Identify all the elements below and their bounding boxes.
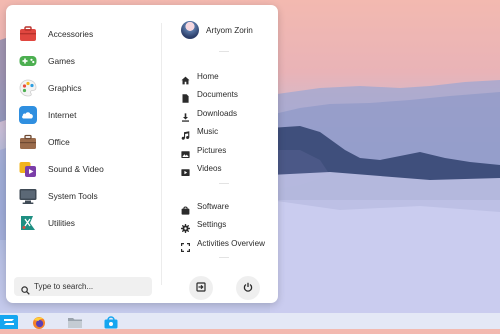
- games-icon: [18, 51, 38, 71]
- category-graphics[interactable]: Graphics: [18, 74, 158, 101]
- place-label: Downloads: [197, 108, 238, 118]
- category-accessories[interactable]: Accessories: [18, 20, 158, 47]
- home-icon: [181, 72, 190, 85]
- office-icon: [18, 132, 38, 152]
- place-pictures[interactable]: Pictures: [181, 141, 238, 160]
- category-label: Graphics: [48, 82, 82, 93]
- category-list: Accessories Games Graphics Internet Offi…: [18, 20, 158, 236]
- places-list: Home Documents Downloads Music Pictures: [181, 67, 238, 178]
- taskbar: [0, 313, 500, 329]
- firefox-icon[interactable]: [31, 315, 47, 329]
- category-system-tools[interactable]: System Tools: [18, 182, 158, 209]
- activities-overview-icon: [181, 239, 190, 252]
- system-tools-icon: [18, 186, 38, 206]
- system-label: Software: [197, 201, 229, 211]
- search-input[interactable]: [34, 282, 144, 291]
- search-icon: [21, 282, 30, 295]
- power-button[interactable]: [236, 276, 260, 300]
- avatar: [181, 21, 199, 39]
- place-label: Music: [197, 127, 219, 137]
- category-label: Accessories: [48, 28, 94, 39]
- separator: [219, 183, 229, 184]
- sound-video-icon: [18, 159, 38, 179]
- graphics-icon: [18, 78, 38, 98]
- accessories-icon: [18, 24, 38, 44]
- system-label: Activities Overview: [197, 238, 265, 248]
- logout-button[interactable]: [189, 276, 213, 300]
- system-list: Software Settings Activities Overview: [181, 197, 265, 253]
- separator: [219, 51, 229, 52]
- settings-icon: [181, 220, 190, 234]
- download-icon: [181, 109, 190, 122]
- system-settings[interactable]: Settings: [181, 216, 265, 235]
- logout-icon: [196, 279, 206, 297]
- files-icon[interactable]: [67, 315, 83, 329]
- video-icon: [181, 164, 190, 177]
- category-utilities[interactable]: Utilities: [18, 209, 158, 236]
- category-internet[interactable]: Internet: [18, 101, 158, 128]
- place-label: Videos: [197, 164, 222, 174]
- place-label: Home: [197, 71, 219, 81]
- category-games[interactable]: Games: [18, 47, 158, 74]
- category-label: Games: [48, 55, 75, 66]
- user-account[interactable]: Artyom Zorin: [181, 20, 253, 40]
- place-music[interactable]: Music: [181, 123, 238, 142]
- category-label: Internet: [48, 109, 77, 120]
- document-icon: [181, 90, 190, 103]
- category-label: System Tools: [48, 190, 98, 201]
- utilities-icon: [18, 213, 38, 233]
- app-menu-panel: Accessories Games Graphics Internet Offi…: [6, 5, 278, 303]
- software-icon: [181, 202, 190, 215]
- internet-icon: [18, 105, 38, 125]
- place-documents[interactable]: Documents: [181, 86, 238, 105]
- place-home[interactable]: Home: [181, 67, 238, 86]
- place-label: Pictures: [197, 145, 227, 155]
- system-software[interactable]: Software: [181, 197, 265, 216]
- place-downloads[interactable]: Downloads: [181, 104, 238, 123]
- category-office[interactable]: Office: [18, 128, 158, 155]
- software-store-icon[interactable]: [103, 315, 119, 329]
- system-activities-overview[interactable]: Activities Overview: [181, 234, 265, 253]
- category-label: Sound & Video: [48, 163, 104, 174]
- category-sound-video[interactable]: Sound & Video: [18, 155, 158, 182]
- place-label: Documents: [197, 90, 238, 100]
- separator: [219, 257, 229, 258]
- picture-icon: [181, 146, 190, 158]
- zorin-menu-icon[interactable]: [0, 315, 18, 329]
- power-icon: [243, 279, 253, 297]
- user-name: Artyom Zorin: [206, 25, 253, 35]
- system-label: Settings: [197, 220, 227, 230]
- place-videos[interactable]: Videos: [181, 160, 238, 179]
- category-label: Office: [48, 136, 70, 147]
- music-icon: [181, 127, 190, 140]
- panel-divider: [161, 23, 162, 285]
- search-box[interactable]: [14, 277, 152, 296]
- category-label: Utilities: [48, 217, 75, 228]
